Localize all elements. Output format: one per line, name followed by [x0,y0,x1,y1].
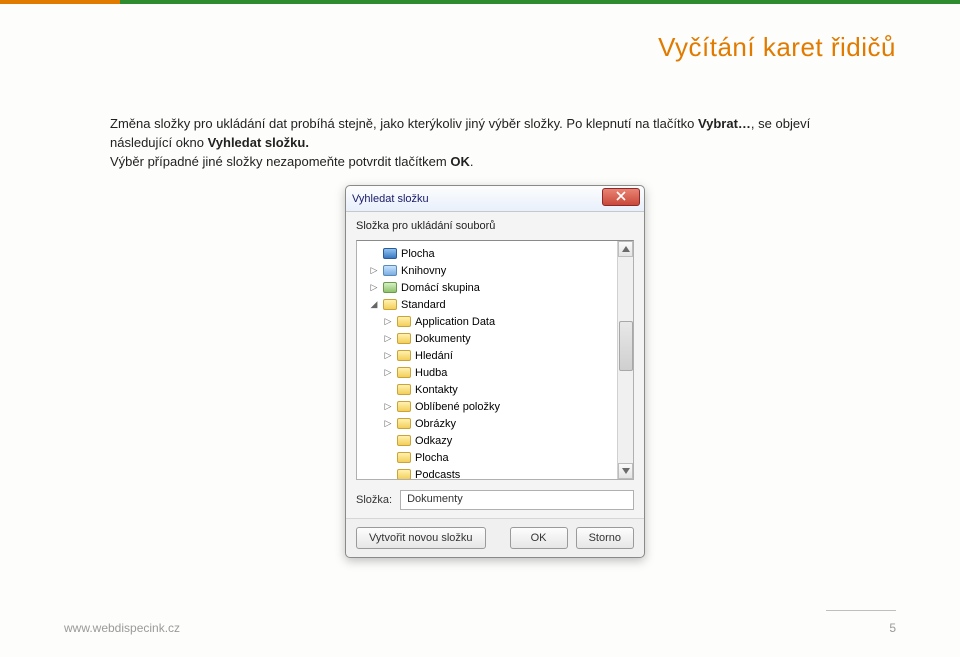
expander-icon[interactable]: ▷ [369,265,379,276]
para2-b-bold: OK [450,154,470,169]
folder-icon [397,384,411,396]
dialog-subtitle: Složka pro ukládání souborů [346,212,644,234]
expander-icon[interactable]: ▷ [383,418,393,429]
tree-item-label: Plocha [401,248,435,260]
scrollbar-track[interactable] [617,241,633,479]
folder-icon [397,452,411,464]
dialog-button-row: Vytvořit novou složku OK Storno [346,518,644,557]
chevron-down-icon [622,465,630,477]
folder-label: Složka: [356,494,392,506]
dialog-title: Vyhledat složku [352,193,429,205]
selected-folder-row: Složka: Dokumenty [346,484,644,518]
footer-divider [826,610,896,611]
scroll-thumb[interactable] [619,321,633,371]
para1-d-bold: Vyhledat složku. [208,135,309,150]
dialog-titlebar[interactable]: Vyhledat složku [346,186,644,212]
expander-icon[interactable]: ▷ [383,316,393,327]
close-button[interactable] [602,188,640,206]
tree-item-label: Standard [401,299,446,311]
folder-icon [397,350,411,362]
tree-item-label: Obrázky [415,418,456,430]
footer-url: www.webdispecink.cz [64,621,180,635]
tree-item-label: Hudba [415,367,447,379]
tree-item[interactable]: ▷ Hledání [365,347,633,364]
scroll-up-button[interactable] [618,241,633,257]
folder-input[interactable]: Dokumenty [400,490,634,510]
tree-item[interactable]: ▷ Application Data [365,313,633,330]
ok-button[interactable]: OK [510,527,568,549]
footer-page-number: 5 [889,621,896,635]
chevron-up-icon [622,243,630,255]
para2-c: . [470,154,474,169]
folder-tree[interactable]: Plocha ▷ Knihovny ▷ Domácí skupina ◢ Standard ▷… [357,241,633,480]
folder-icon [397,418,411,430]
tree-item[interactable]: Kontakty [365,381,633,398]
folder-icon [397,316,411,328]
tree-item-label: Domácí skupina [401,282,480,294]
tree-item-label: Kontakty [415,384,458,396]
tree-item[interactable]: ▷ Knihovny [365,262,633,279]
expander-icon[interactable]: ▷ [369,282,379,293]
tree-item[interactable]: Plocha [365,245,633,262]
folder-browse-dialog: Vyhledat složku Složka pro ukládání soub… [345,185,645,558]
new-folder-button[interactable]: Vytvořit novou složku [356,527,486,549]
para1-b-bold: Vybrat… [698,116,751,131]
para2-a: Výběr případné jiné složky nezapomeňte p… [110,154,450,169]
body-paragraphs: Změna složky pro ukládání dat probíhá st… [110,115,850,172]
folder-icon [397,435,411,447]
tree-item-label: Plocha [415,452,449,464]
tree-item-label: Oblíbené položky [415,401,500,413]
lib-icon [383,265,397,277]
tree-item[interactable]: ▷ Obrázky [365,415,633,432]
top-orange-accent [0,0,120,4]
tree-item-label: Hledání [415,350,453,362]
tree-item[interactable]: Odkazy [365,432,633,449]
folder-tree-panel: Plocha ▷ Knihovny ▷ Domácí skupina ◢ Standard ▷… [356,240,634,480]
tree-item-label: Application Data [415,316,495,328]
tree-item[interactable]: ▷ Oblíbené položky [365,398,633,415]
tree-item[interactable]: ▷ Dokumenty [365,330,633,347]
close-icon [616,191,626,204]
tree-item-label: Odkazy [415,435,452,447]
tree-item[interactable]: ◢ Standard [365,296,633,313]
folder-icon [397,401,411,413]
top-green-bar [0,0,960,4]
folder-icon [383,299,397,311]
tree-item[interactable]: Podcasts [365,466,633,480]
tree-item-label: Dokumenty [415,333,471,345]
page-title: Vyčítání karet řidičů [658,32,896,63]
tree-item-label: Podcasts [415,469,460,481]
folder-icon [397,469,411,481]
folder-icon [397,367,411,379]
group-icon [383,282,397,294]
expander-icon[interactable]: ▷ [383,367,393,378]
folder-icon [397,333,411,345]
tree-item[interactable]: ▷ Domácí skupina [365,279,633,296]
para1-a: Změna složky pro ukládání dat probíhá st… [110,116,698,131]
desktop-icon [383,248,397,260]
tree-item[interactable]: Plocha [365,449,633,466]
expander-icon[interactable]: ◢ [369,299,379,310]
expander-icon[interactable]: ▷ [383,333,393,344]
scroll-down-button[interactable] [618,463,633,479]
tree-item-label: Knihovny [401,265,446,277]
tree-item[interactable]: ▷ Hudba [365,364,633,381]
expander-icon[interactable]: ▷ [383,401,393,412]
expander-icon[interactable]: ▷ [383,350,393,361]
cancel-button[interactable]: Storno [576,527,634,549]
